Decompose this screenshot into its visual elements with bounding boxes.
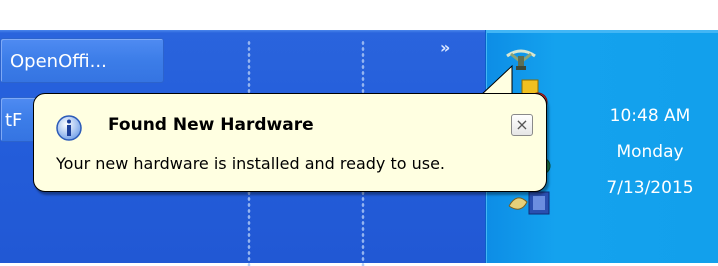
notification-balloon[interactable]: Found New Hardware Your new hardware is … (33, 93, 547, 192)
tray-clock[interactable]: 10:48 AM Monday 7/13/2015 (590, 98, 710, 206)
taskbar-button-label: tF (5, 110, 23, 131)
close-icon: × (515, 115, 529, 134)
toolbar-chevron-button[interactable]: » (440, 38, 450, 57)
taskbar-button-label: OpenOffi... (10, 51, 107, 72)
network-icon[interactable] (503, 44, 539, 72)
balloon-title: Found New Hardware (108, 115, 314, 135)
info-icon (56, 115, 82, 141)
clock-date: 7/13/2015 (606, 178, 694, 198)
balloon-close-button[interactable]: × (511, 114, 533, 136)
tray-highlight (486, 30, 718, 33)
clock-time: 10:48 AM (609, 106, 691, 126)
clock-day: Monday (616, 142, 684, 162)
taskbar-button-openoffice[interactable]: OpenOffi... (0, 38, 164, 83)
balloon-message: Your new hardware is installed and ready… (56, 154, 446, 173)
